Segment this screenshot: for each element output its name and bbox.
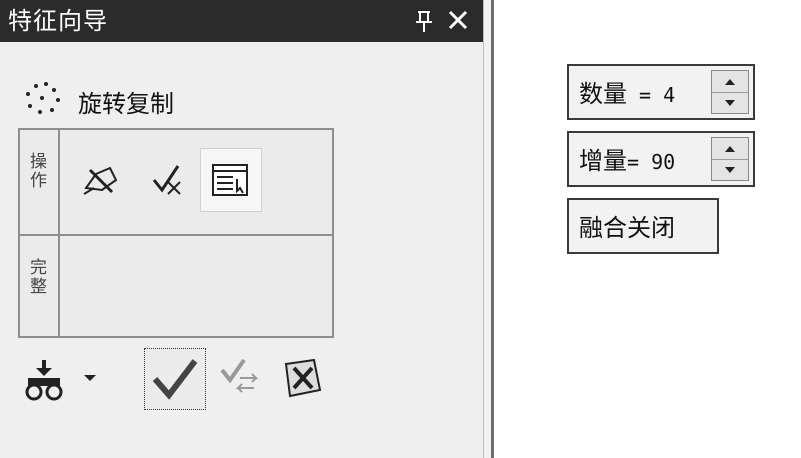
tab-complete[interactable]: 完整 (20, 236, 60, 336)
increment-field[interactable]: 增量= 90 (567, 131, 755, 187)
tab-operation-label: 操作 (26, 152, 46, 190)
count-spinner[interactable] (711, 70, 749, 114)
feature-label: 旋转复制 (78, 90, 174, 118)
cancel-x-icon[interactable] (280, 356, 326, 400)
count-field[interactable]: 数量 = 4 (567, 64, 755, 120)
increment-increase-icon[interactable] (712, 138, 748, 160)
increment-value[interactable]: 90 (651, 150, 675, 174)
chevron-down-icon[interactable] (82, 370, 98, 386)
increment-label: 增量 (579, 147, 627, 175)
rotate-copy-dots-icon (22, 80, 66, 116)
count-value[interactable]: 4 (663, 83, 675, 107)
panel-splitter[interactable] (483, 0, 494, 458)
panel-title-bar: 特征向导 (0, 0, 483, 42)
checkmark-icon[interactable] (144, 348, 206, 410)
pick-binoculars-icon[interactable] (22, 358, 66, 402)
blend-label: 融合关闭 (579, 214, 675, 242)
count-label: 数量 (579, 80, 627, 108)
increment-decrease-icon[interactable] (712, 159, 748, 180)
increment-equals: = (627, 150, 652, 174)
count-decrease-icon[interactable] (712, 92, 748, 113)
properties-window-icon[interactable] (200, 148, 262, 212)
row-divider (60, 234, 332, 236)
panel-title: 特征向导 (8, 7, 108, 35)
edit-pen-icon[interactable] (80, 158, 122, 200)
count-equals: = (627, 83, 664, 107)
select-check-icon[interactable] (148, 160, 188, 200)
pin-icon[interactable] (412, 8, 436, 34)
tab-operation[interactable]: 操作 (20, 130, 60, 236)
increment-label-group: 增量= 90 (579, 141, 675, 176)
tab-complete-label: 完整 (26, 258, 46, 296)
options-box: 操作 完整 (18, 128, 334, 338)
close-icon[interactable] (444, 6, 472, 34)
apply-preview-icon[interactable] (218, 356, 262, 396)
count-increase-icon[interactable] (712, 71, 748, 93)
feature-wizard-panel: 特征向导 旋转复制 操作 完整 (0, 0, 483, 458)
count-label-group: 数量 = 4 (579, 74, 675, 109)
blend-toggle-button[interactable]: 融合关闭 (567, 198, 719, 254)
increment-spinner[interactable] (711, 137, 749, 181)
